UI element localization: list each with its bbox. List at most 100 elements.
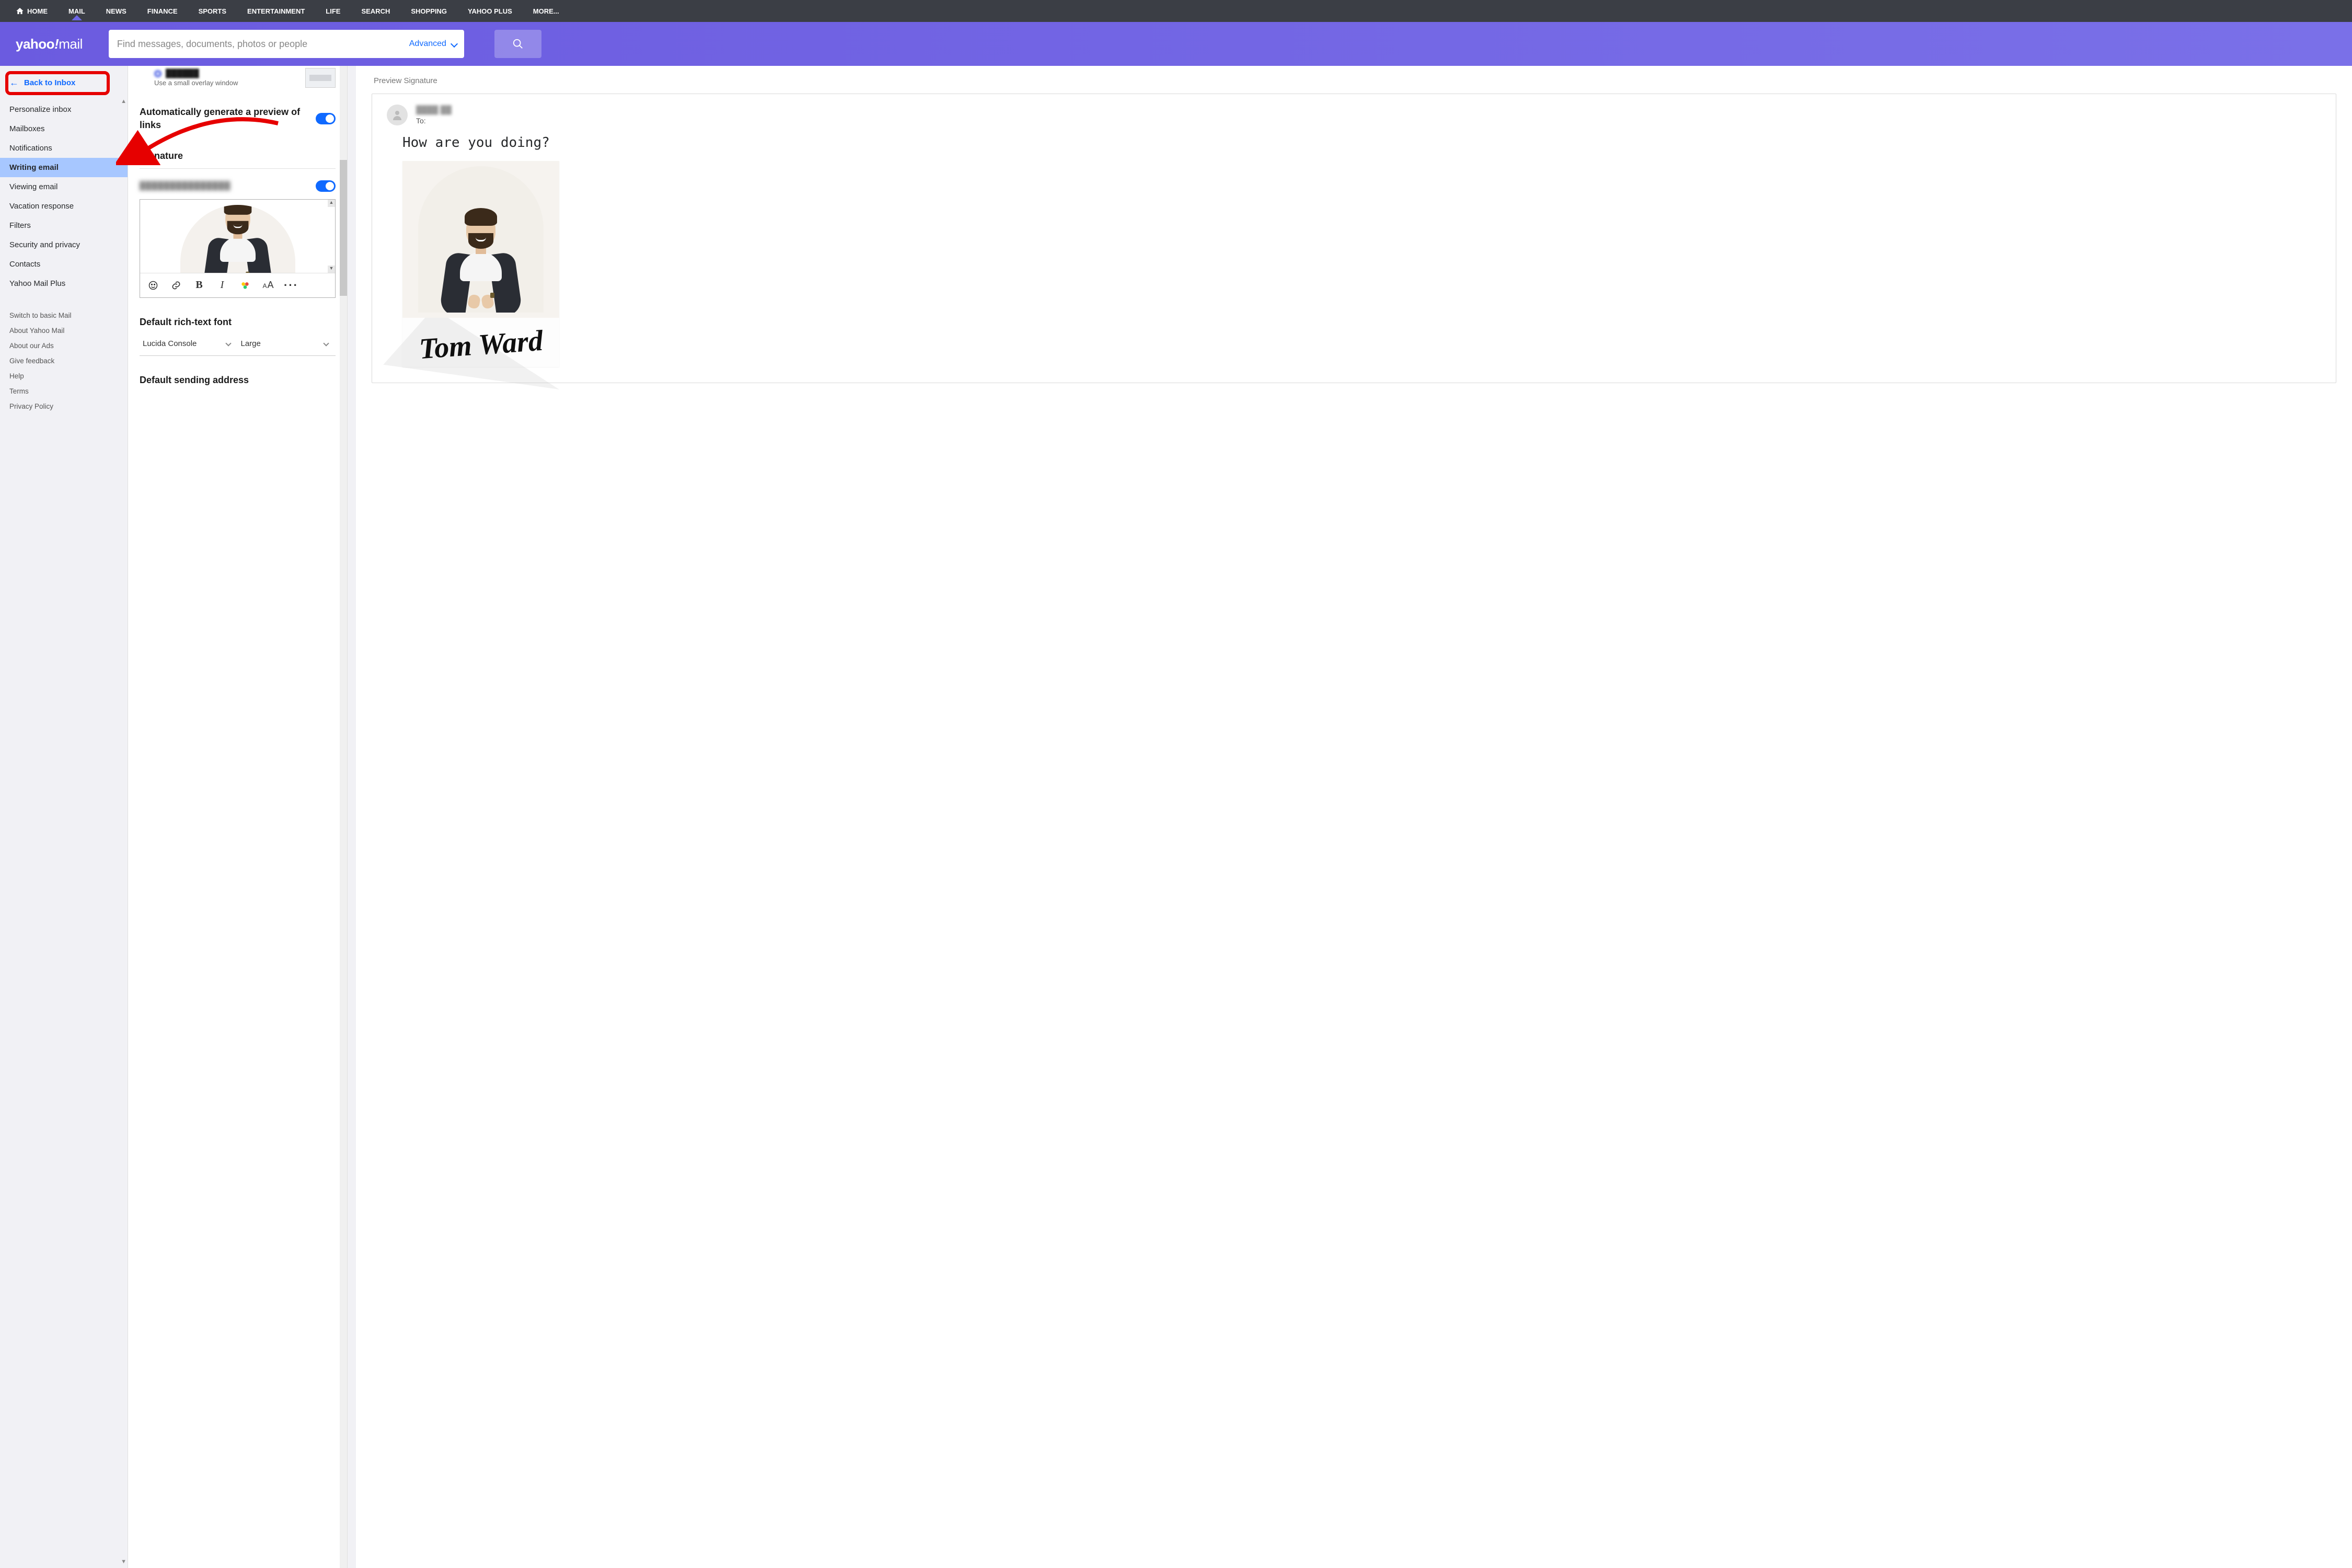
nav-home-label: HOME xyxy=(27,7,48,15)
preview-to-label: To: xyxy=(416,117,452,125)
preview-panel: Preview Signature ████ ██ To: How are yo… xyxy=(356,66,2352,1568)
text-color-button[interactable] xyxy=(239,280,251,291)
nav-mail[interactable]: MAIL xyxy=(68,7,85,15)
scroll-up-icon[interactable]: ▲ xyxy=(121,98,126,105)
settings-scrollbar[interactable] xyxy=(340,66,347,1568)
nav-news[interactable]: NEWS xyxy=(106,7,126,15)
nav-life[interactable]: LIFE xyxy=(326,7,340,15)
sidebar-item-filters[interactable]: Filters xyxy=(0,216,128,235)
nav-home[interactable]: HOME xyxy=(16,7,48,15)
font-family-select[interactable]: Lucida Console xyxy=(140,334,238,353)
more-button[interactable]: ··· xyxy=(285,280,297,291)
sidebar-link-help[interactable]: Help xyxy=(0,368,128,384)
font-size-select[interactable]: Large xyxy=(238,334,336,353)
sidebar-item-vacation[interactable]: Vacation response xyxy=(0,197,128,216)
sidebar-item-mailboxes[interactable]: Mailboxes xyxy=(0,119,128,139)
sidebar-item-label: Contacts xyxy=(9,260,40,269)
sidebar-item-label: Yahoo Mail Plus xyxy=(9,279,65,288)
chevron-down-icon xyxy=(225,341,231,347)
search-button[interactable] xyxy=(494,30,541,58)
advanced-search-button[interactable]: Advanced xyxy=(402,39,464,49)
emoji-icon xyxy=(148,280,158,291)
nav-sports[interactable]: SPORTS xyxy=(199,7,226,15)
sidebar-link-privacy[interactable]: Privacy Policy xyxy=(0,399,128,414)
back-to-inbox-button[interactable]: ← Back to Inbox xyxy=(0,72,128,94)
active-tab-pointer-icon xyxy=(72,15,82,20)
nav-finance-label: FINANCE xyxy=(147,7,178,15)
nav-life-label: LIFE xyxy=(326,7,340,15)
editor-scroll-down-icon[interactable]: ▼ xyxy=(328,266,335,273)
sidebar-item-security[interactable]: Security and privacy xyxy=(0,235,128,255)
nav-yahoo-plus[interactable]: YAHOO PLUS xyxy=(468,7,512,15)
nav-sports-label: SPORTS xyxy=(199,7,226,15)
sidebar-link-feedback[interactable]: Give feedback xyxy=(0,353,128,368)
auto-preview-title: Automatically generate a preview of link… xyxy=(140,106,316,132)
sidebar-item-viewing-email[interactable]: Viewing email xyxy=(0,177,128,197)
nav-more[interactable]: MORE... xyxy=(533,7,559,15)
nav-entertainment-label: ENTERTAINMENT xyxy=(247,7,305,15)
sidebar-item-writing-email[interactable]: Writing email xyxy=(0,158,128,177)
font-family-value: Lucida Console xyxy=(143,339,197,348)
sidebar-item-label: Notifications xyxy=(9,144,52,153)
advanced-label: Advanced xyxy=(409,39,446,49)
link-icon xyxy=(171,280,181,291)
compose-layout-thumbnail[interactable] xyxy=(305,68,336,88)
font-size-value: Large xyxy=(241,339,261,348)
default-sending-heading: Default sending address xyxy=(140,356,336,389)
signature-account-email: ███████████████ xyxy=(140,181,230,190)
sidebar-item-personalize[interactable]: Personalize inbox xyxy=(0,100,128,119)
signature-editor-body[interactable]: ▲ ▼ xyxy=(140,200,335,273)
mail-header: yahoo!mail Advanced xyxy=(0,22,2352,66)
font-size-button[interactable]: AA xyxy=(262,280,274,291)
yahoo-mail-logo[interactable]: yahoo!mail xyxy=(16,36,83,52)
portrait-figure xyxy=(198,205,278,273)
sidebar-link-ads[interactable]: About our Ads xyxy=(0,338,128,353)
nav-more-label: MORE... xyxy=(533,7,559,15)
nav-plus-label: YAHOO PLUS xyxy=(468,7,512,15)
editor-scroll-up-icon[interactable]: ▲ xyxy=(328,200,335,207)
person-icon xyxy=(391,109,403,121)
italic-icon: I xyxy=(221,279,224,291)
link-button[interactable] xyxy=(170,280,182,291)
home-icon xyxy=(16,7,24,15)
nav-search[interactable]: SEARCH xyxy=(361,7,390,15)
sidebar-link-label: Terms xyxy=(9,387,29,395)
arrow-left-icon: ← xyxy=(9,77,19,88)
nav-shopping-label: SHOPPING xyxy=(411,7,447,15)
sidebar-link-terms[interactable]: Terms xyxy=(0,384,128,399)
default-font-row: Lucida Console Large xyxy=(140,334,336,356)
preview-email-header: ████ ██ To: xyxy=(387,105,2321,125)
logo-product: mail xyxy=(59,36,83,52)
sidebar-item-label: Vacation response xyxy=(9,202,74,211)
sidebar-item-label: Writing email xyxy=(9,163,59,172)
search-input[interactable] xyxy=(109,39,402,50)
auto-preview-toggle[interactable] xyxy=(316,113,336,124)
sidebar-link-basic[interactable]: Switch to basic Mail xyxy=(0,308,128,323)
nav-entertainment[interactable]: ENTERTAINMENT xyxy=(247,7,305,15)
radio-selected-icon[interactable] xyxy=(154,70,162,77)
preview-signature-image xyxy=(402,161,559,318)
logo-brand: yahoo xyxy=(16,36,54,52)
nav-shopping[interactable]: SHOPPING xyxy=(411,7,447,15)
scroll-down-icon[interactable]: ▼ xyxy=(121,1559,126,1565)
bold-button[interactable]: B xyxy=(193,280,205,291)
more-icon: ··· xyxy=(284,279,298,292)
signature-heading: Signature xyxy=(140,140,336,168)
italic-button[interactable]: I xyxy=(216,280,228,291)
scrollbar-thumb[interactable] xyxy=(340,160,347,296)
nav-finance[interactable]: FINANCE xyxy=(147,7,178,15)
sidebar-item-contacts[interactable]: Contacts xyxy=(0,255,128,274)
font-size-icon: AA xyxy=(262,280,273,291)
sidebar-link-about[interactable]: About Yahoo Mail xyxy=(0,323,128,338)
emoji-button[interactable] xyxy=(147,280,159,291)
sidebar-item-mail-plus[interactable]: Yahoo Mail Plus xyxy=(0,274,128,293)
settings-sidebar: ← Back to Inbox ▲ Personalize inbox Mail… xyxy=(0,66,128,1568)
signature-toggle[interactable] xyxy=(316,180,336,192)
bold-icon: B xyxy=(195,279,202,291)
chevron-down-icon xyxy=(323,341,329,347)
sidebar-item-notifications[interactable]: Notifications xyxy=(0,139,128,158)
signature-editor: ▲ ▼ xyxy=(140,199,336,298)
signature-portrait-image xyxy=(180,205,295,273)
global-navbar: HOME MAIL NEWS FINANCE SPORTS ENTERTAINM… xyxy=(0,0,2352,22)
sidebar-link-label: Privacy Policy xyxy=(9,402,53,410)
